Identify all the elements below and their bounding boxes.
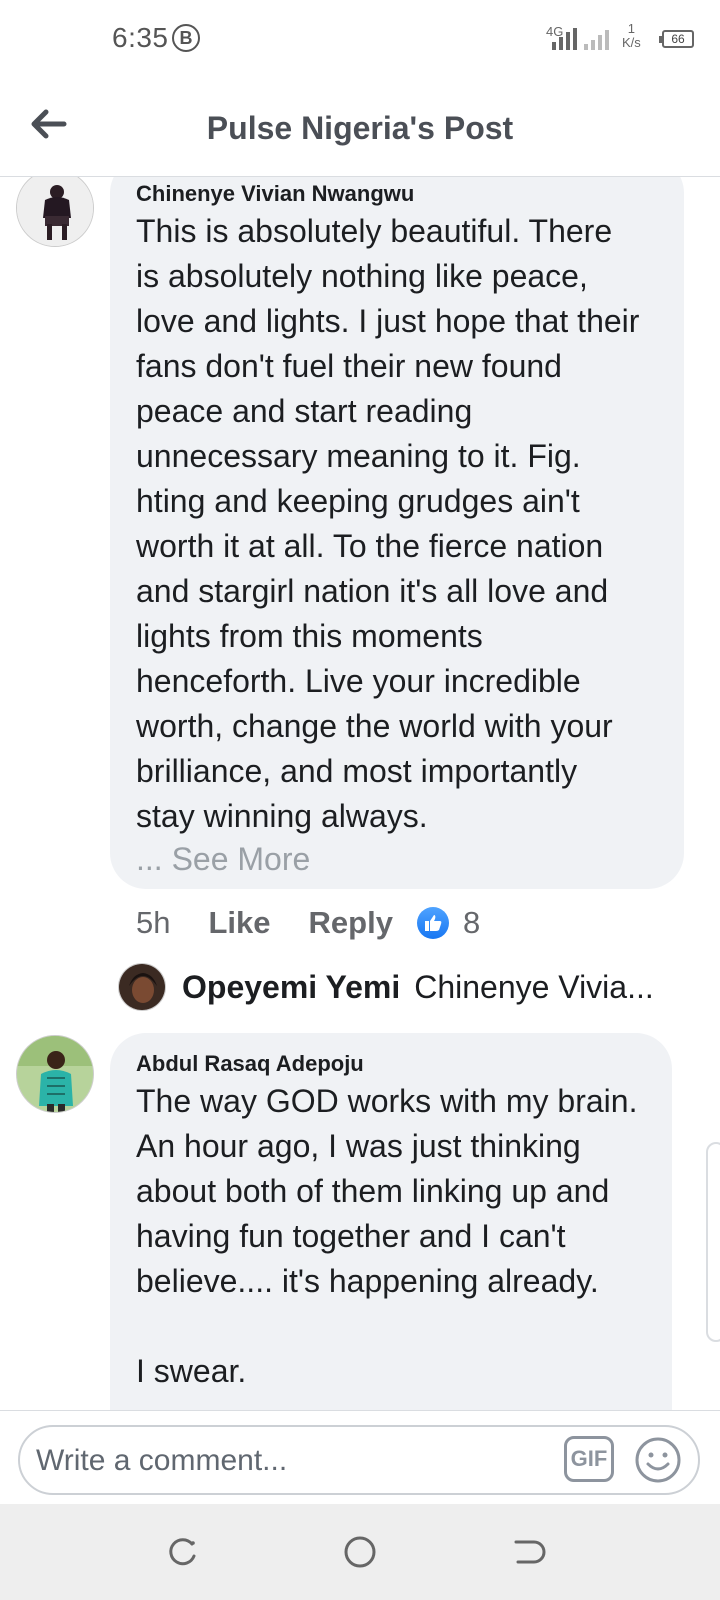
comment-text-line: peace and start reading <box>136 393 473 429</box>
comment-text-line: is absolutely nothing like peace, <box>136 258 588 294</box>
comment-feed[interactable]: Chinenye Vivian Nwangwu This is absolute… <box>0 177 720 1410</box>
status-time: 6:35 <box>112 22 169 53</box>
comment-text-line: stay winning always. <box>136 798 428 834</box>
system-nav-bar <box>0 1504 720 1600</box>
person-photo-icon <box>17 177 93 246</box>
comment-text-line: fans don't fuel their new found <box>136 348 562 384</box>
comment-composer: GIF <box>0 1410 720 1505</box>
side-edge-handle[interactable] <box>706 1142 720 1342</box>
comment-text-line: An hour ago, I was just thinking <box>136 1128 581 1164</box>
comment-input[interactable] <box>34 1437 538 1485</box>
comment-author[interactable]: Abdul Rasaq Adepoju <box>136 1051 666 1077</box>
avatar <box>118 963 166 1011</box>
network-speed: 1 K/s <box>622 22 641 50</box>
comment-input-box[interactable]: GIF <box>18 1425 700 1495</box>
status-bar: 6:35 B 4G 1 K/s 66 <box>0 0 720 80</box>
comment-text-line: hting and keeping grudges ain't <box>136 483 580 519</box>
recent-apps-icon[interactable] <box>162 1532 202 1572</box>
network-speed-value: 1 <box>627 21 636 36</box>
comment-time: 5h <box>136 905 171 940</box>
comment-text-line <box>136 1304 666 1349</box>
comment-text: This is absolutely beautiful. There is a… <box>136 209 676 839</box>
thumbs-up-icon[interactable] <box>416 907 449 939</box>
like-count[interactable]: 8 <box>463 905 480 941</box>
comment-text-line: lights from this moments <box>136 618 483 654</box>
avatar[interactable] <box>16 1035 94 1113</box>
comment-bubble[interactable]: Abdul Rasaq Adepoju The way GOD works wi… <box>110 1033 672 1410</box>
post-header: Pulse Nigeria's Post <box>0 80 720 177</box>
thumbs-up-glyph-icon <box>424 915 442 931</box>
comment-text-line: brilliance, and most importantly <box>136 753 578 789</box>
comment-text: The way GOD works with my brain. An hour… <box>136 1079 666 1394</box>
gif-button[interactable]: GIF <box>564 1436 614 1482</box>
reply-preview[interactable]: Opeyemi Yemi Chinenye Vivia... <box>118 963 654 1011</box>
comment-text-line: The way GOD works with my brain. <box>136 1083 638 1119</box>
comment-text-line: This is absolutely beautiful. There <box>136 213 613 249</box>
comment-text-line: henceforth. Live your incredible <box>136 663 581 699</box>
comment-text-line: having fun together and I can't <box>136 1218 566 1254</box>
comment-actions: 5h Like Reply 8 <box>136 905 480 941</box>
back-nav-icon[interactable] <box>510 1532 550 1572</box>
like-button[interactable]: Like <box>208 905 270 941</box>
comment-text-line: unnecessary meaning to it. Fig. <box>136 438 581 474</box>
see-more-link[interactable]: ... See More <box>136 841 676 878</box>
person-photo-icon <box>119 964 165 1010</box>
reply-snippet[interactable]: Chinenye Vivia... <box>414 969 654 1006</box>
comment-text-line: worth, change the world with your <box>136 708 613 744</box>
emoji-icon[interactable] <box>634 1436 682 1484</box>
home-icon[interactable] <box>340 1532 380 1572</box>
signal-strength-2-icon <box>584 26 609 50</box>
comment-text-line: believe.... it's happening already. <box>136 1263 599 1299</box>
reply-author[interactable]: Opeyemi Yemi <box>182 969 400 1006</box>
signal-strength-icon <box>552 26 577 50</box>
avatar[interactable] <box>16 177 94 247</box>
reply-button[interactable]: Reply <box>309 905 393 941</box>
comment-text-line: and stargirl nation it's all love and <box>136 573 609 609</box>
comment-text-line: about both of them linking up and <box>136 1173 610 1209</box>
comment-bubble[interactable]: Chinenye Vivian Nwangwu This is absolute… <box>110 177 684 889</box>
comment-text-line: love and lights. I just hope that their <box>136 303 640 339</box>
comment-text-line: I swear. <box>136 1353 247 1389</box>
network-speed-unit: K/s <box>622 35 641 50</box>
person-photo-icon <box>17 1036 93 1112</box>
page-title: Pulse Nigeria's Post <box>206 110 514 146</box>
comment-author[interactable]: Chinenye Vivian Nwangwu <box>136 181 676 207</box>
comment-text-line: worth it at all. To the fierce nation <box>136 528 604 564</box>
battery-icon: 66 <box>659 30 694 48</box>
carrier-badge-icon: B <box>172 24 200 52</box>
